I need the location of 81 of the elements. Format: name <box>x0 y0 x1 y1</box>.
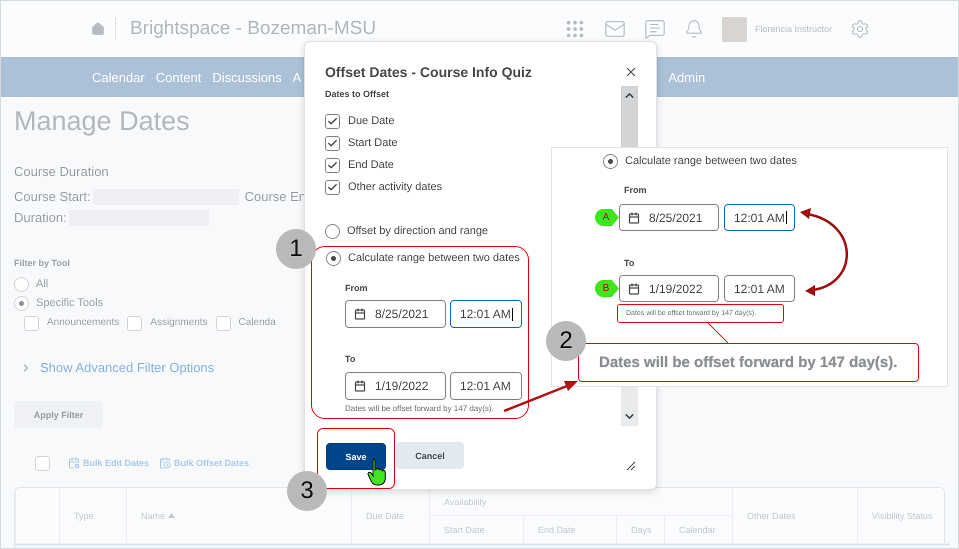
check-icon <box>327 182 338 192</box>
field-label: To <box>344 353 356 366</box>
leader-line <box>708 322 728 344</box>
cancel-button[interactable]: Cancel <box>396 442 464 469</box>
bell-icon[interactable] <box>684 19 704 39</box>
radio-button[interactable] <box>325 224 340 238</box>
check-icon <box>327 160 338 170</box>
checkbox-label: End Date <box>348 159 394 171</box>
save-button[interactable]: Save <box>326 443 386 470</box>
radio-button[interactable] <box>326 250 341 266</box>
field-label: Duration: <box>14 209 67 227</box>
text-caret <box>512 308 513 320</box>
select-all-checkbox[interactable] <box>35 456 50 470</box>
nav-link[interactable]: Calendar <box>92 70 145 84</box>
checkbox-label: Due Date <box>348 115 394 127</box>
bulk-action-link[interactable]: Bulk Offset Dates <box>159 457 250 469</box>
field-label: From <box>623 184 648 197</box>
text-caret <box>786 211 787 224</box>
bulk-action-link[interactable]: Bulk Edit Dates <box>68 457 150 469</box>
advanced-filter-link[interactable]: Show Advanced Filter Options <box>40 359 214 377</box>
section-label: Dates to Offset <box>325 88 390 100</box>
calendar-icon <box>354 380 366 392</box>
calendar-icon <box>354 308 366 320</box>
checkbox-label: Calenda <box>238 316 276 330</box>
radio-label: Calculate range between two dates <box>625 154 797 169</box>
callout-marker: B <box>595 280 619 297</box>
time-field[interactable]: 12:01 AM <box>724 204 795 231</box>
page-title: Manage Dates <box>14 105 190 137</box>
apply-filter-button[interactable]: Apply Filter <box>14 401 103 428</box>
resize-handle-icon[interactable] <box>626 461 636 471</box>
field-label: Course Start: <box>14 188 91 206</box>
field-label: From <box>344 282 368 295</box>
checkbox[interactable] <box>325 114 340 128</box>
offset-note: Dates will be offset forward by 147 day(s). <box>344 403 495 414</box>
checkbox-label: Assignments <box>150 316 208 330</box>
close-button[interactable] <box>624 65 638 79</box>
nav-link[interactable]: Discussions <box>212 70 282 84</box>
radio-button[interactable] <box>603 154 618 168</box>
sort-up-icon <box>168 513 176 518</box>
checkbox-label: Announcements <box>47 316 120 330</box>
radio-label: All <box>36 277 48 292</box>
check-icon <box>327 116 338 126</box>
radio-label: Specific Tools <box>36 296 104 311</box>
nav-link[interactable]: Content <box>156 70 202 84</box>
date-field[interactable]: 1/19/2022 <box>345 372 446 400</box>
time-field[interactable]: 12:01 AM <box>450 372 522 400</box>
home-icon[interactable] <box>91 22 105 36</box>
calendar-offset-icon <box>159 457 172 469</box>
mail-icon[interactable] <box>604 18 626 40</box>
checkbox[interactable] <box>325 180 340 194</box>
checkbox-label: Other activity dates <box>348 181 442 193</box>
checkbox-label: Start Date <box>348 137 398 149</box>
site-title: Brightspace - Bozeman-MSU <box>115 18 376 40</box>
date-field[interactable]: 1/19/2022 <box>619 275 719 302</box>
user-name: Florencia Instructor <box>754 24 832 34</box>
date-field[interactable]: 8/25/2021 <box>345 300 446 328</box>
magnified-note: Dates will be offset forward by 147 day(s). <box>578 343 919 382</box>
scrollbar-track[interactable] <box>621 387 638 426</box>
time-field[interactable]: 12:01 AM <box>724 275 795 302</box>
avatar-placeholder <box>722 16 747 42</box>
dialog-title: Offset Dates - Course Info Quiz <box>325 63 533 81</box>
calendar-edit-icon <box>68 457 80 469</box>
chat-icon[interactable] <box>644 18 666 40</box>
radio-label: Offset by direction and range <box>347 225 488 237</box>
radio-label: Calculate range between two dates <box>348 252 520 264</box>
section-heading: Course Duration <box>14 163 109 181</box>
nav-link[interactable]: Admin <box>668 70 706 84</box>
checkbox[interactable] <box>325 136 340 150</box>
filter-label: Filter by Tool <box>14 257 70 270</box>
nav-link[interactable]: A <box>292 70 302 84</box>
callout-marker: A <box>595 209 619 226</box>
time-field[interactable]: 12:01 AM <box>450 300 522 328</box>
date-field[interactable]: 8/25/2021 <box>619 204 719 231</box>
calendar-icon <box>628 282 640 294</box>
step-badge: 1 <box>276 229 316 269</box>
scrollbar-thumb[interactable] <box>621 86 638 147</box>
field-label: To <box>623 257 636 270</box>
checkbox[interactable] <box>325 158 340 172</box>
calendar-icon <box>628 212 640 224</box>
check-icon <box>327 138 338 148</box>
settings-icon[interactable] <box>850 19 870 39</box>
